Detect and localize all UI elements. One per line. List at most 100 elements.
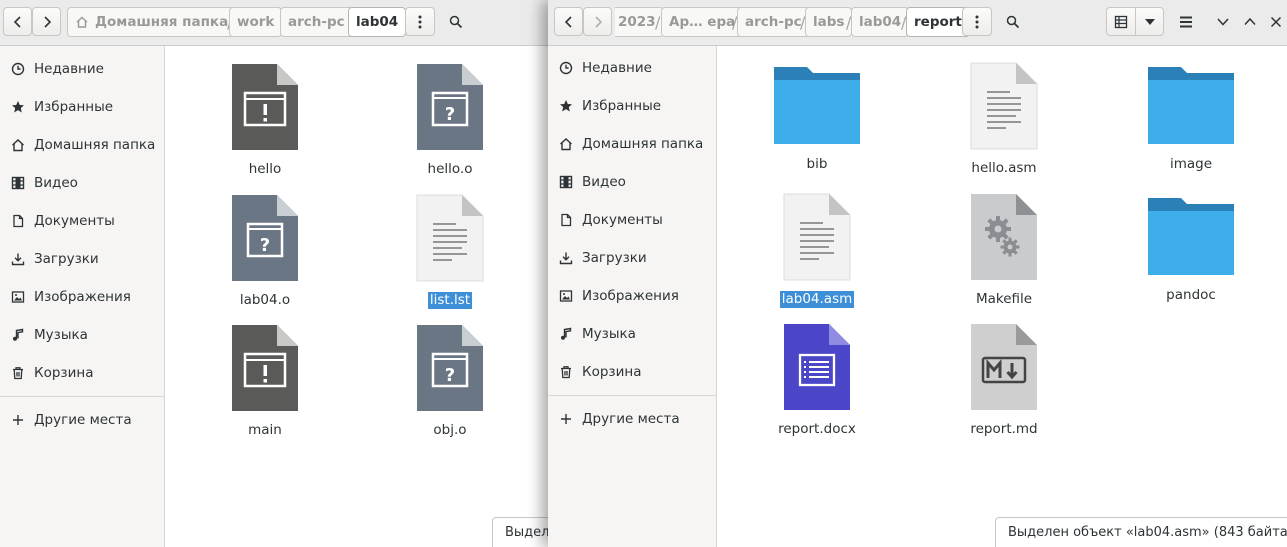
sidebar-item-downloads[interactable]: Загрузки <box>548 243 716 273</box>
breadcrumb-lab04[interactable]: lab04 <box>348 7 407 37</box>
star-icon <box>12 101 24 113</box>
sidebar-divider <box>548 395 716 396</box>
file-item-lab04-o[interactable]: ? lab04.o <box>190 194 340 309</box>
sidebar-item-label: Видео <box>34 175 78 191</box>
file-view: bib hello.asm image lab04.asm Makefile p… <box>717 46 1287 547</box>
sidebar-item-label: Музыка <box>34 327 88 343</box>
file-item-obj-o[interactable]: ? obj.o <box>375 324 525 439</box>
sidebar-item-music[interactable]: Музыка <box>0 320 164 350</box>
sidebar-item-label: Другие места <box>582 411 680 427</box>
sidebar-item-trash[interactable]: Корзина <box>548 357 716 387</box>
sidebar-item-label: Видео <box>582 174 626 190</box>
image-icon <box>559 290 573 302</box>
sidebar-item-music[interactable]: Музыка <box>548 319 716 349</box>
triangle-down-icon <box>1144 18 1155 25</box>
hamburger-menu-icon[interactable] <box>1179 16 1193 28</box>
file-item-main[interactable]: main <box>190 324 340 439</box>
list-view-icon <box>1114 15 1128 28</box>
sidebar-item-starred[interactable]: Избранные <box>0 92 164 122</box>
sidebar-item-other-locations[interactable]: Другие места <box>548 404 716 434</box>
sidebar-item-documents[interactable]: Документы <box>0 206 164 236</box>
file-item-hello-asm[interactable]: hello.asm <box>929 62 1079 177</box>
sidebar-item-pictures[interactable]: Изображения <box>0 282 164 312</box>
status-text: Выделен объект «lab04.asm» (843 байта) <box>1008 525 1287 540</box>
sidebar-item-documents[interactable]: Документы <box>548 205 716 235</box>
chevron-right-icon <box>594 15 602 28</box>
makefile-gear-icon <box>971 194 1037 280</box>
file-item-image[interactable]: image <box>1116 66 1266 173</box>
file-item-list-lst[interactable]: list.lst <box>375 194 525 309</box>
sidebar-item-label: Загрузки <box>582 250 647 266</box>
sidebar-item-videos[interactable]: Видео <box>0 168 164 198</box>
text-file-icon <box>416 194 484 282</box>
search-icon[interactable] <box>1006 15 1020 29</box>
sidebar-item-label: Другие места <box>34 412 132 428</box>
breadcrumb-home[interactable]: Домашняя папка <box>67 7 237 37</box>
file-item-bib[interactable]: bib <box>742 66 892 173</box>
close-icon[interactable] <box>1270 16 1282 28</box>
sidebar-item-label: Корзина <box>582 364 642 380</box>
download-icon <box>559 252 573 265</box>
file-item-hello-o[interactable]: ? hello.o <box>375 63 525 178</box>
view-toggle-button[interactable] <box>1106 7 1136 36</box>
file-item-report-docx[interactable]: report.docx <box>742 323 892 438</box>
text-file-icon <box>783 193 851 281</box>
forward-button[interactable] <box>583 7 612 36</box>
sidebar-item-downloads[interactable]: Загрузки <box>0 244 164 274</box>
path-menu-button[interactable] <box>962 7 992 36</box>
path-menu-button[interactable] <box>405 7 435 36</box>
sidebar-item-home[interactable]: Домашняя папка <box>548 129 716 159</box>
back-button[interactable] <box>554 7 583 36</box>
file-name: hello.o <box>427 161 473 177</box>
svg-text:?: ? <box>445 365 455 386</box>
markdown-file-icon <box>971 324 1037 410</box>
breadcrumb-label: 2023 <box>618 14 656 30</box>
plus-icon <box>561 414 571 424</box>
breadcrumb-work[interactable]: work <box>229 7 283 37</box>
forward-button[interactable] <box>32 7 61 36</box>
file-item-hello[interactable]: hello <box>190 63 340 178</box>
breadcrumb-label: arch-pc <box>288 14 345 30</box>
search-icon[interactable] <box>449 15 463 29</box>
sidebar-item-trash[interactable]: Корзина <box>0 358 164 388</box>
star-icon <box>560 100 572 112</box>
breadcrumb-arch-pc[interactable]: arch-pc <box>280 7 353 37</box>
text-file-icon <box>970 62 1038 150</box>
document-icon <box>13 214 24 228</box>
sidebar-item-label: Изображения <box>34 289 131 305</box>
sidebar-item-videos[interactable]: Видео <box>548 167 716 197</box>
sidebar-item-label: Избранные <box>582 98 662 114</box>
sidebar-item-pictures[interactable]: Изображения <box>548 281 716 311</box>
minimize-icon[interactable] <box>1216 16 1230 28</box>
object-file-icon: ? <box>417 64 483 150</box>
file-name: list.lst <box>427 292 473 309</box>
folder-icon <box>1148 198 1234 275</box>
file-name: main <box>248 422 282 438</box>
sidebar-item-label: Документы <box>582 212 663 228</box>
file-item-makefile[interactable]: Makefile <box>929 193 1079 308</box>
sidebar-item-label: Документы <box>34 213 115 229</box>
sidebar-item-recent[interactable]: Недавние <box>0 54 164 84</box>
breadcrumb-arch-pc[interactable]: arch-pc <box>737 7 810 37</box>
clock-icon <box>559 61 573 75</box>
file-manager-window-left: Домашняя папка / work arch-pc lab04 Неда… <box>0 0 560 547</box>
sidebar-item-label: Изображения <box>582 288 679 304</box>
sidebar-item-other-locations[interactable]: Другие места <box>0 405 164 435</box>
file-item-lab04-asm[interactable]: lab04.asm <box>742 193 892 308</box>
back-button[interactable] <box>3 7 32 36</box>
file-item-report-md[interactable]: report.md <box>929 323 1079 438</box>
status-bar: Выделен объект «lab04.asm» (843 байта) <box>995 517 1287 547</box>
breadcrumb-ellipsized[interactable]: Ар… ера <box>661 7 744 37</box>
maximize-icon[interactable] <box>1243 16 1257 28</box>
chevron-right-icon <box>43 15 51 28</box>
sidebar: Недавние Избранные Домашняя папка Видео … <box>0 46 165 547</box>
file-name: report.docx <box>778 421 856 437</box>
file-item-pandoc[interactable]: pandoc <box>1116 197 1266 304</box>
sidebar-item-starred[interactable]: Избранные <box>548 91 716 121</box>
object-file-icon: ? <box>417 325 483 411</box>
sidebar-item-recent[interactable]: Недавние <box>548 53 716 83</box>
sidebar-item-home[interactable]: Домашняя папка <box>0 130 164 160</box>
breadcrumb-report[interactable]: report <box>906 7 970 37</box>
view-options-button[interactable] <box>1135 7 1164 36</box>
sidebar-item-label: Загрузки <box>34 251 99 267</box>
